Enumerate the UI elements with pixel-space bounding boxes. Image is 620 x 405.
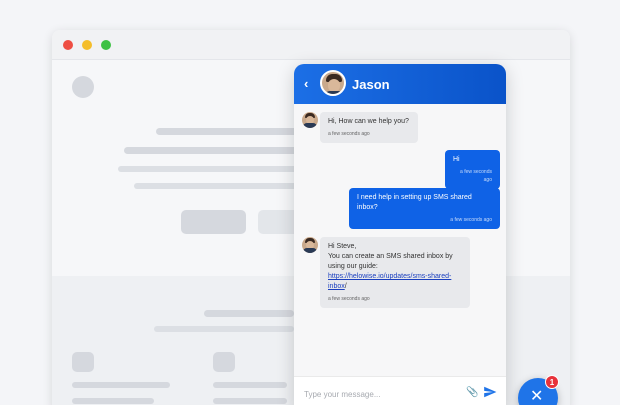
- skeleton-line: [154, 326, 294, 332]
- agent-avatar: [320, 70, 346, 96]
- skeleton-line: [213, 382, 287, 388]
- skeleton-avatar: [72, 76, 94, 98]
- incoming-message: Hi Steve, You can create an SMS shared i…: [320, 237, 470, 308]
- message-composer: 📎: [294, 376, 506, 405]
- outgoing-message: I need help in setting up SMS shared inb…: [349, 188, 500, 229]
- chat-widget: ‹ Jason Hi, How can we help you? a few s…: [294, 64, 506, 405]
- message-input[interactable]: [304, 387, 454, 401]
- link-suffix: /: [344, 283, 347, 290]
- skeleton-card-icon: [72, 352, 94, 372]
- skeleton-button: [181, 210, 246, 234]
- skeleton-line: [213, 398, 287, 404]
- message-list: Hi, How can we help you? a few seconds a…: [294, 104, 506, 376]
- incoming-message: Hi, How can we help you? a few seconds a…: [320, 112, 418, 143]
- close-icon: ✕: [530, 388, 544, 405]
- send-icon[interactable]: [483, 385, 497, 399]
- browser-titlebar: [52, 30, 570, 60]
- skeleton-card-icon: [213, 352, 235, 372]
- message-time: a few seconds ago: [450, 217, 492, 223]
- close-window-button[interactable]: [63, 40, 73, 50]
- agent-avatar-small: [302, 237, 318, 253]
- chat-header: ‹ Jason: [294, 64, 506, 104]
- message-time: a few seconds ago: [328, 296, 370, 302]
- message-time: a few seconds ago: [460, 169, 492, 183]
- maximize-window-button[interactable]: [101, 40, 111, 50]
- back-arrow-icon[interactable]: ‹: [304, 76, 308, 92]
- skeleton-line: [204, 310, 294, 317]
- message-text: You can create an SMS shared inbox by us…: [328, 253, 453, 270]
- outgoing-message: Hi a few seconds ago: [445, 150, 500, 189]
- message-text: Hi: [453, 156, 460, 163]
- paperclip-icon[interactable]: 📎: [466, 387, 478, 399]
- skeleton-line: [72, 398, 154, 404]
- skeleton-line: [72, 382, 170, 388]
- message-greeting: Hi Steve,: [328, 243, 357, 250]
- minimize-window-button[interactable]: [82, 40, 92, 50]
- message-text: I need help in setting up SMS shared inb…: [357, 194, 472, 211]
- message-time: a few seconds ago: [328, 131, 370, 137]
- agent-name: Jason: [352, 77, 390, 92]
- agent-avatar-small: [302, 112, 318, 128]
- unread-badge: 1: [545, 375, 559, 389]
- message-text: Hi, How can we help you?: [328, 118, 409, 125]
